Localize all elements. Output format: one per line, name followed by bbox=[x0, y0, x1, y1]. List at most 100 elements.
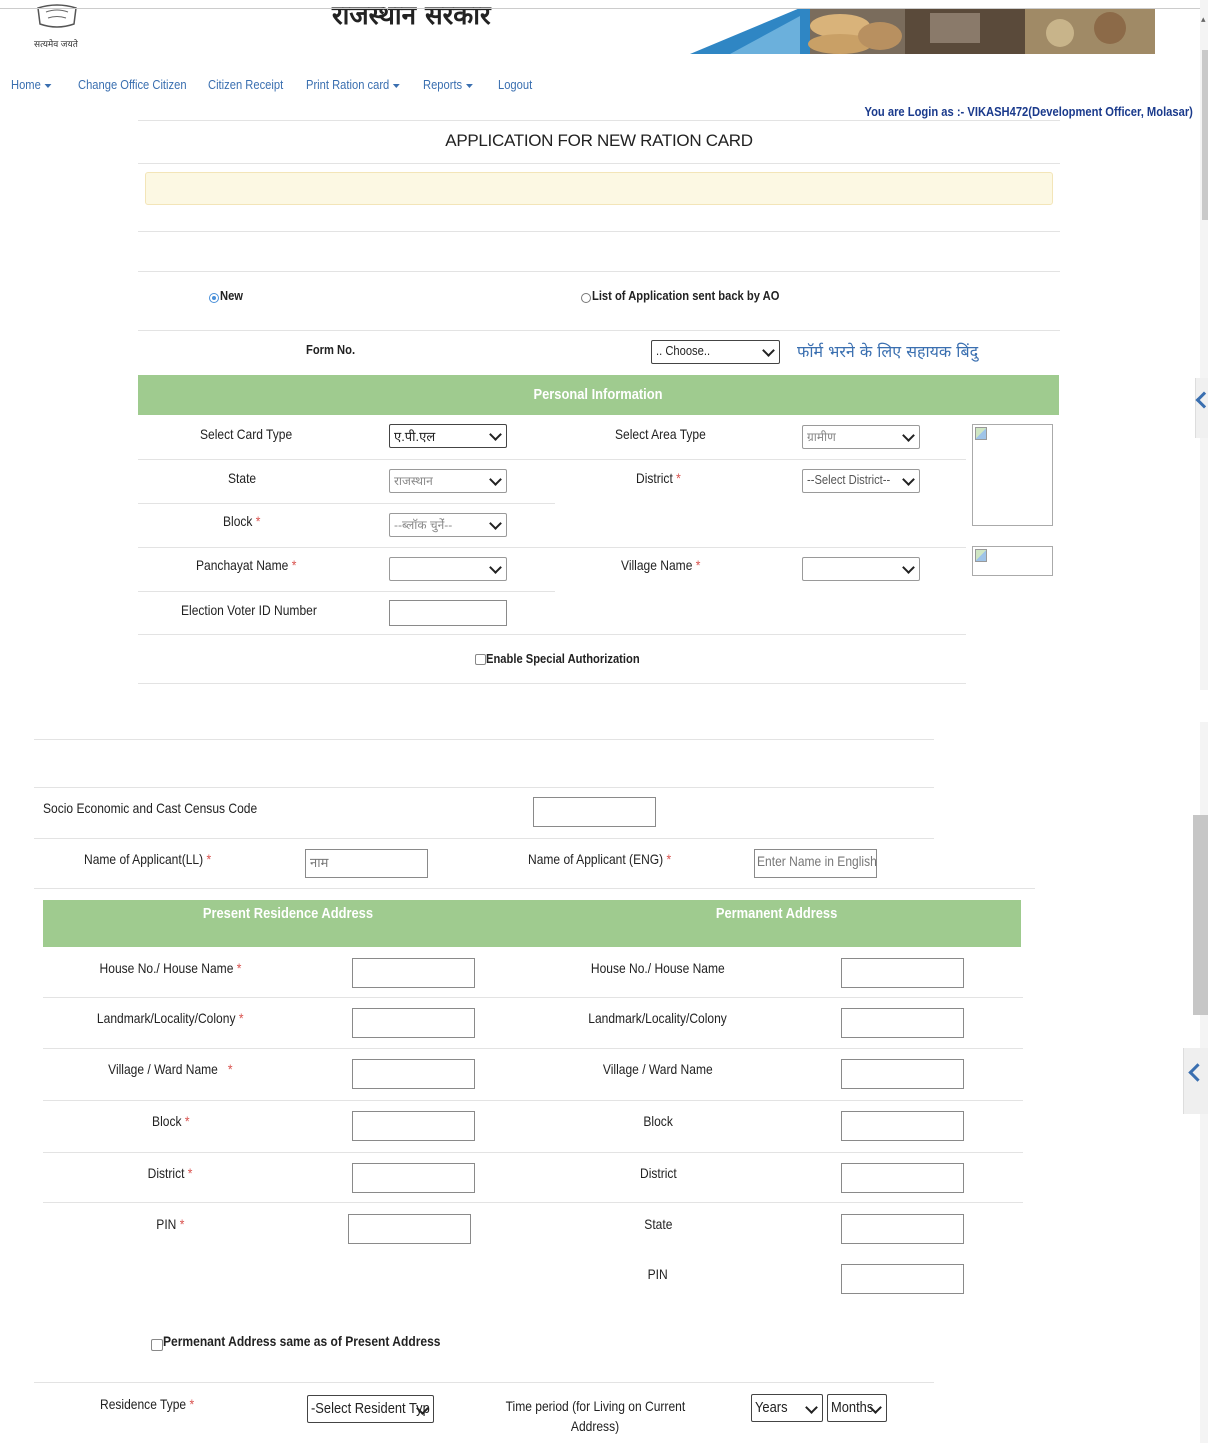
district-label: District * bbox=[636, 470, 681, 486]
permanent-pin-input[interactable] bbox=[841, 1264, 964, 1294]
permanent-block-input[interactable] bbox=[841, 1111, 964, 1141]
months-select[interactable]: Months bbox=[827, 1394, 887, 1422]
permanent-landmark-input[interactable] bbox=[841, 1008, 964, 1038]
present-house-input[interactable] bbox=[352, 958, 475, 988]
radio-new-label: New bbox=[220, 288, 243, 303]
permanent-landmark-label: Landmark/Locality/Colony bbox=[588, 1010, 728, 1026]
same-address-checkbox[interactable] bbox=[151, 1339, 163, 1351]
nav-reports[interactable]: Reports bbox=[423, 77, 473, 92]
panel-separator bbox=[1196, 690, 1208, 722]
present-house-label: House No./ House Name * bbox=[99, 960, 242, 976]
main-nav: Home Change Office Citizen Citizen Recei… bbox=[0, 77, 1200, 95]
name-eng-input[interactable]: Enter Name in English bbox=[754, 849, 877, 878]
residence-type-select[interactable]: -Select Resident Typ bbox=[307, 1395, 434, 1423]
block-label: Block * bbox=[223, 513, 261, 529]
area-type-label: Select Area Type bbox=[615, 426, 706, 442]
divider bbox=[138, 683, 966, 684]
voter-id-label: Election Voter ID Number bbox=[181, 602, 317, 618]
chevron-down-icon bbox=[489, 428, 502, 441]
present-district-input[interactable] bbox=[352, 1163, 475, 1193]
area-type-select[interactable]: ग्रामीण bbox=[802, 425, 920, 449]
chevron-down-icon bbox=[902, 561, 915, 574]
nav-citizen-receipt[interactable]: Citizen Receipt bbox=[208, 77, 283, 92]
divider bbox=[34, 1382, 934, 1383]
present-village-label: Village / Ward Name * bbox=[108, 1061, 233, 1077]
divider bbox=[34, 787, 934, 788]
name-ll-input[interactable]: नाम bbox=[305, 849, 428, 878]
nav-home[interactable]: Home bbox=[11, 77, 52, 92]
signature-placeholder bbox=[972, 546, 1053, 576]
divider bbox=[138, 231, 1060, 232]
present-village-input[interactable] bbox=[352, 1059, 475, 1089]
side-panel-toggle-top[interactable] bbox=[1195, 378, 1208, 438]
residence-type-label: Residence Type * bbox=[100, 1396, 195, 1412]
permanent-pin-label: PIN bbox=[647, 1266, 669, 1282]
divider bbox=[138, 330, 1060, 331]
present-pin-label: PIN * bbox=[156, 1216, 185, 1232]
broken-image-icon bbox=[975, 549, 987, 562]
radio-sent-back[interactable] bbox=[581, 293, 591, 303]
panchayat-label: Panchayat Name * bbox=[196, 557, 297, 573]
permanent-block-label: Block bbox=[643, 1113, 673, 1129]
divider bbox=[43, 1100, 1023, 1101]
chevron-down-icon bbox=[465, 83, 473, 88]
secc-label: Socio Economic and Cast Census Code bbox=[43, 800, 258, 816]
permanent-house-label: House No./ House Name bbox=[591, 960, 725, 976]
card-type-select[interactable]: ए.पी.एल bbox=[389, 424, 507, 448]
village-select[interactable] bbox=[802, 557, 920, 581]
divider bbox=[138, 120, 1060, 121]
divider bbox=[43, 1048, 1023, 1049]
panchayat-select[interactable] bbox=[389, 557, 507, 581]
special-auth-label: Enable Special Authorization bbox=[486, 651, 640, 666]
personal-info-header: Personal Information bbox=[138, 375, 1059, 415]
state-label: State bbox=[228, 470, 257, 486]
photo-placeholder bbox=[972, 424, 1053, 526]
page-title: APPLICATION FOR NEW RATION CARD bbox=[445, 131, 753, 150]
emblem-motto: सत्यमेव जयते bbox=[34, 39, 78, 49]
nav-print-ration-card[interactable]: Print Ration card bbox=[306, 77, 400, 92]
permanent-state-label: State bbox=[643, 1216, 673, 1232]
permanent-state-input[interactable] bbox=[841, 1214, 964, 1244]
block-select[interactable]: --ब्लॉक चुनेंं-- bbox=[389, 513, 507, 537]
divider bbox=[43, 997, 1023, 998]
chevron-down-icon bbox=[489, 517, 502, 530]
present-block-input[interactable] bbox=[352, 1111, 475, 1141]
divider bbox=[34, 838, 934, 839]
same-address-label: Permenant Address same as of Present Add… bbox=[163, 1333, 441, 1349]
alert-box bbox=[145, 172, 1053, 205]
broken-image-icon bbox=[975, 427, 987, 440]
voter-id-input[interactable] bbox=[389, 600, 507, 626]
present-pin-input[interactable] bbox=[348, 1214, 471, 1244]
divider bbox=[34, 888, 1035, 889]
permanent-district-label: District bbox=[639, 1165, 677, 1181]
chevron-down-icon bbox=[489, 473, 502, 486]
state-select[interactable]: राजस्थान bbox=[389, 469, 507, 493]
scroll-up-arrow-icon[interactable]: ▴ bbox=[1201, 14, 1206, 25]
scrollbar-thumb-bottom[interactable] bbox=[1193, 815, 1208, 1015]
nav-change-office-citizen[interactable]: Change Office Citizen bbox=[78, 77, 187, 92]
login-info: You are Login as :- VIKASH472(Developmen… bbox=[864, 104, 1193, 119]
present-district-label: District * bbox=[148, 1165, 193, 1181]
scrollbar-thumb-top[interactable] bbox=[1202, 50, 1208, 220]
form-no-select[interactable]: .. Choose.. bbox=[651, 340, 780, 364]
side-panel-toggle-bottom[interactable] bbox=[1183, 1048, 1208, 1114]
radio-new[interactable] bbox=[209, 293, 219, 303]
district-select[interactable]: --Select District-- bbox=[802, 469, 920, 493]
permanent-house-input[interactable] bbox=[841, 958, 964, 988]
secc-input[interactable] bbox=[533, 797, 656, 827]
govt-title: राजस्थान सरकार bbox=[332, 1, 491, 31]
chevron-down-icon bbox=[805, 1401, 818, 1414]
divider bbox=[138, 459, 966, 460]
nav-logout[interactable]: Logout bbox=[498, 77, 532, 92]
help-link[interactable]: फॉर्म भरने के लिए सहायक बिंदु bbox=[797, 340, 978, 362]
header-divider bbox=[0, 8, 1200, 9]
name-eng-label: Name of Applicant (ENG) * bbox=[528, 851, 672, 867]
header-banner-image bbox=[690, 8, 1155, 54]
present-landmark-input[interactable] bbox=[352, 1008, 475, 1038]
special-auth-checkbox[interactable] bbox=[475, 654, 486, 665]
chevron-down-icon bbox=[902, 429, 915, 442]
years-select[interactable]: Years bbox=[751, 1394, 823, 1422]
present-address-heading: Present Residence Address bbox=[202, 905, 373, 922]
permanent-village-input[interactable] bbox=[841, 1059, 964, 1089]
permanent-district-input[interactable] bbox=[841, 1163, 964, 1193]
